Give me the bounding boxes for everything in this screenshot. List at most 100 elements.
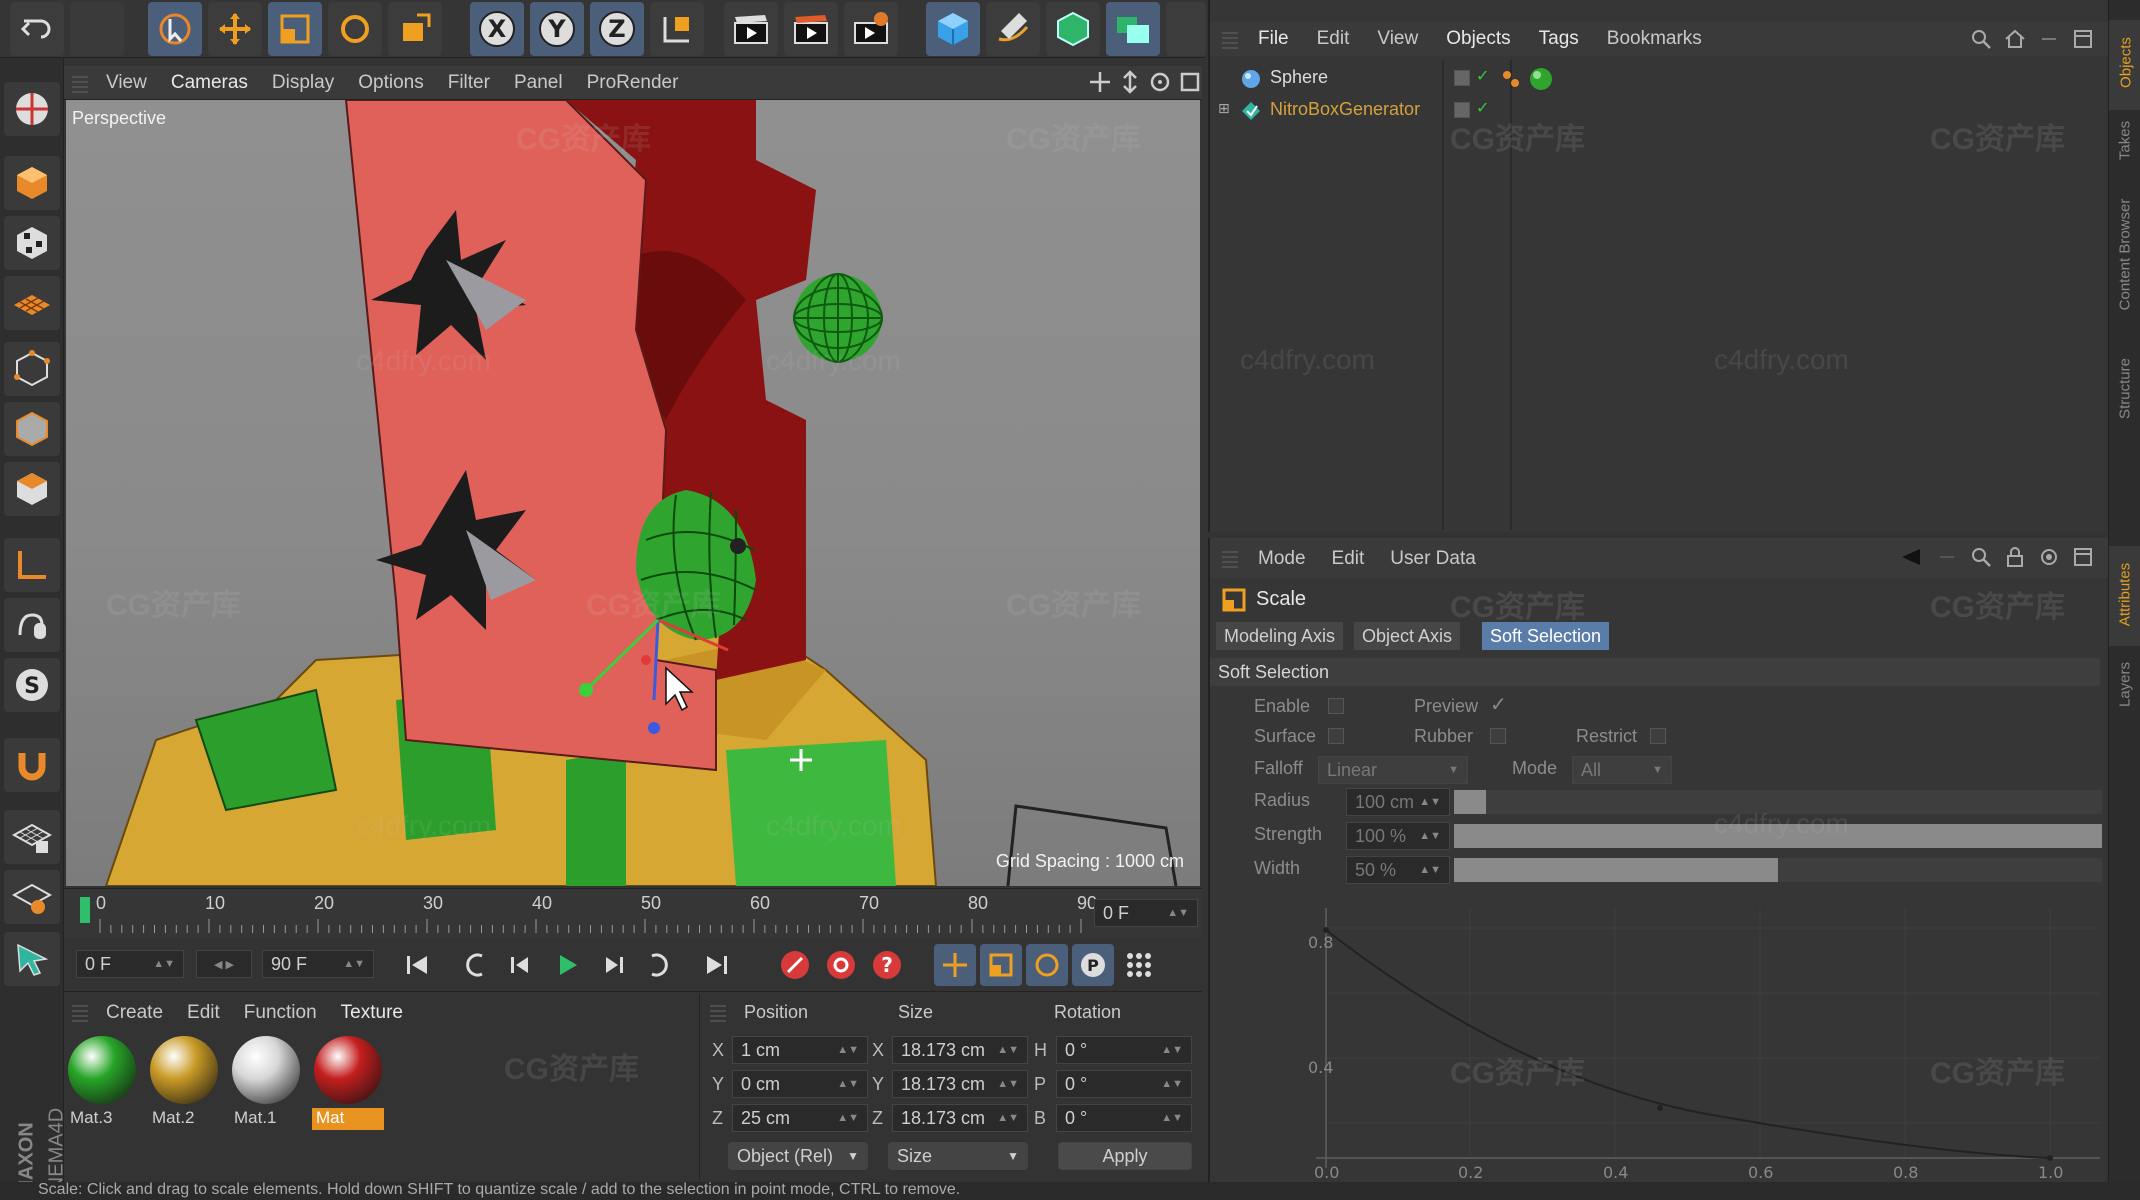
live-selection-button[interactable]: [148, 2, 202, 56]
viewport-menu-display[interactable]: Display: [272, 72, 334, 94]
timeline[interactable]: 0 10 20 30 40 50 60 70 80 90 0 F ▲▼: [64, 888, 1202, 938]
rotation-field[interactable]: 0 ° ▲▼: [1056, 1104, 1192, 1132]
material-menu-function[interactable]: Function: [244, 1002, 317, 1024]
snap-button[interactable]: [4, 738, 60, 792]
tab-modeling-axis[interactable]: Modeling Axis: [1216, 622, 1344, 650]
viewport-menu-view[interactable]: View: [106, 72, 147, 94]
cube-object-button[interactable]: [926, 2, 980, 56]
falloff-curve-graph[interactable]: 0.8 0.4 0.0 0.2 0.4 0.6 0.8 1.0: [1230, 888, 2110, 1178]
keyframe-selection-button[interactable]: ?: [866, 944, 908, 986]
coordinate-mode-select[interactable]: Object (Rel) ▼: [728, 1142, 868, 1170]
viewport-menu-filter[interactable]: Filter: [448, 72, 490, 94]
expand-toggle-icon[interactable]: ⊞: [1218, 100, 1230, 117]
orbit-view-icon[interactable]: [1148, 70, 1172, 94]
points-mode-button[interactable]: [4, 342, 60, 396]
phong-tag-icon[interactable]: [1500, 68, 1522, 90]
y-axis-lock-button[interactable]: Y: [530, 2, 584, 56]
position-field[interactable]: 25 cm ▲▼: [732, 1104, 868, 1132]
new-window-icon[interactable]: [2072, 28, 2094, 50]
select-tool-button[interactable]: [4, 932, 60, 986]
max-frame-field[interactable]: 90 F ▲▼: [262, 950, 374, 978]
side-tab-takes[interactable]: Takes: [2109, 112, 2140, 172]
move-tool-button[interactable]: [208, 2, 262, 56]
viewport-menu-cameras[interactable]: Cameras: [171, 72, 248, 94]
scale-tool-button[interactable]: [268, 2, 322, 56]
new-window-icon[interactable]: [2072, 546, 2094, 568]
radius-field[interactable]: 100 cm ▲▼: [1346, 788, 1450, 816]
attr-menu-user-data[interactable]: User Data: [1390, 548, 1476, 570]
visibility-toggle[interactable]: [1454, 70, 1470, 86]
material-item[interactable]: Mat.2: [148, 1034, 220, 1130]
workplane-snap-button[interactable]: [4, 870, 60, 924]
texture-mode-button[interactable]: [4, 216, 60, 270]
x-axis-lock-button[interactable]: X: [470, 2, 524, 56]
material-menu-edit[interactable]: Edit: [187, 1002, 220, 1024]
recent-tool-button[interactable]: [388, 2, 442, 56]
key-scale-button[interactable]: [980, 944, 1022, 986]
coordinate-system-button[interactable]: [650, 2, 704, 56]
object-row-nitroboxgenerator[interactable]: ⊞ NitroBoxGenerator ✓: [1210, 94, 2108, 126]
object-row-sphere[interactable]: Sphere ✓: [1210, 62, 2108, 94]
viewport-menu-options[interactable]: Options: [358, 72, 423, 94]
side-tab-objects[interactable]: Objects: [2109, 20, 2140, 110]
tab-object-axis[interactable]: Object Axis: [1354, 622, 1461, 650]
rotation-field[interactable]: 0 ° ▲▼: [1056, 1070, 1192, 1098]
viewport-menu-panel[interactable]: Panel: [514, 72, 563, 94]
polygons-mode-button[interactable]: [4, 462, 60, 516]
menu-view[interactable]: View: [1377, 28, 1418, 50]
attr-menu-edit[interactable]: Edit: [1332, 548, 1365, 570]
camera-button[interactable]: [1166, 2, 1206, 56]
attr-menu-mode[interactable]: Mode: [1258, 548, 1306, 570]
rotate-tool-button[interactable]: [328, 2, 382, 56]
tab-soft-selection[interactable]: Soft Selection: [1482, 622, 1610, 650]
render-settings-button[interactable]: [844, 2, 898, 56]
solo-button[interactable]: S: [4, 658, 60, 712]
forward-arrow-icon[interactable]: [1936, 546, 1958, 568]
rubber-checkbox[interactable]: [1490, 728, 1506, 744]
menu-file[interactable]: File: [1258, 28, 1289, 50]
apply-button[interactable]: Apply: [1058, 1142, 1192, 1170]
material-item[interactable]: Mat.3: [66, 1034, 138, 1130]
size-field[interactable]: 18.173 cm ▲▼: [892, 1036, 1028, 1064]
undo-button[interactable]: [10, 2, 64, 56]
min-frame-field[interactable]: 0 F ▲▼: [76, 950, 184, 978]
goto-start-button[interactable]: [396, 944, 438, 986]
home-icon[interactable]: [2004, 28, 2026, 50]
subdivision-surface-button[interactable]: [1046, 2, 1100, 56]
material-item[interactable]: Mat: [312, 1034, 384, 1130]
render-view-button[interactable]: [724, 2, 778, 56]
play-button[interactable]: [546, 944, 588, 986]
side-tab-attributes[interactable]: Attributes: [2109, 546, 2140, 646]
prev-frame-button[interactable]: [500, 944, 542, 986]
edges-mode-button[interactable]: [4, 402, 60, 456]
width-field[interactable]: 50 % ▲▼: [1346, 856, 1450, 884]
key-pla-button[interactable]: [1118, 944, 1160, 986]
maximize-view-icon[interactable]: [1178, 70, 1202, 94]
size-field[interactable]: 18.173 cm ▲▼: [892, 1070, 1028, 1098]
position-field[interactable]: 1 cm ▲▼: [732, 1036, 868, 1064]
tweak-mode-button[interactable]: [4, 598, 60, 652]
position-field[interactable]: 0 cm ▲▼: [732, 1070, 868, 1098]
material-menu-create[interactable]: Create: [106, 1002, 163, 1024]
menu-objects[interactable]: Objects: [1446, 28, 1510, 50]
autokey-button[interactable]: [820, 944, 862, 986]
viewport-3d[interactable]: Perspective Grid Spacing : 1000 cm CG资产库…: [66, 100, 1200, 886]
settings-icon[interactable]: [2038, 546, 2060, 568]
menu-bookmarks[interactable]: Bookmarks: [1607, 28, 1702, 50]
material-tag-icon[interactable]: [1528, 66, 1554, 92]
back-arrow-icon[interactable]: [1898, 546, 1924, 568]
side-tab-layers[interactable]: Layers: [2109, 650, 2140, 720]
next-frame-button[interactable]: [592, 944, 634, 986]
record-keys-button[interactable]: [774, 944, 816, 986]
workplane-button[interactable]: [4, 276, 60, 330]
visibility-toggle[interactable]: [1454, 102, 1470, 118]
material-menu-texture[interactable]: Texture: [341, 1002, 403, 1024]
back-icon[interactable]: [2038, 28, 2060, 50]
lock-icon[interactable]: [2004, 546, 2026, 568]
viewport-solo-button[interactable]: [4, 82, 60, 136]
side-tab-structure[interactable]: Structure: [2109, 340, 2140, 440]
size-field[interactable]: 18.173 cm ▲▼: [892, 1104, 1028, 1132]
frame-range-slider[interactable]: ◀ ▶: [196, 950, 252, 978]
pen-spline-button[interactable]: [986, 2, 1040, 56]
strength-slider[interactable]: [1454, 824, 2102, 848]
